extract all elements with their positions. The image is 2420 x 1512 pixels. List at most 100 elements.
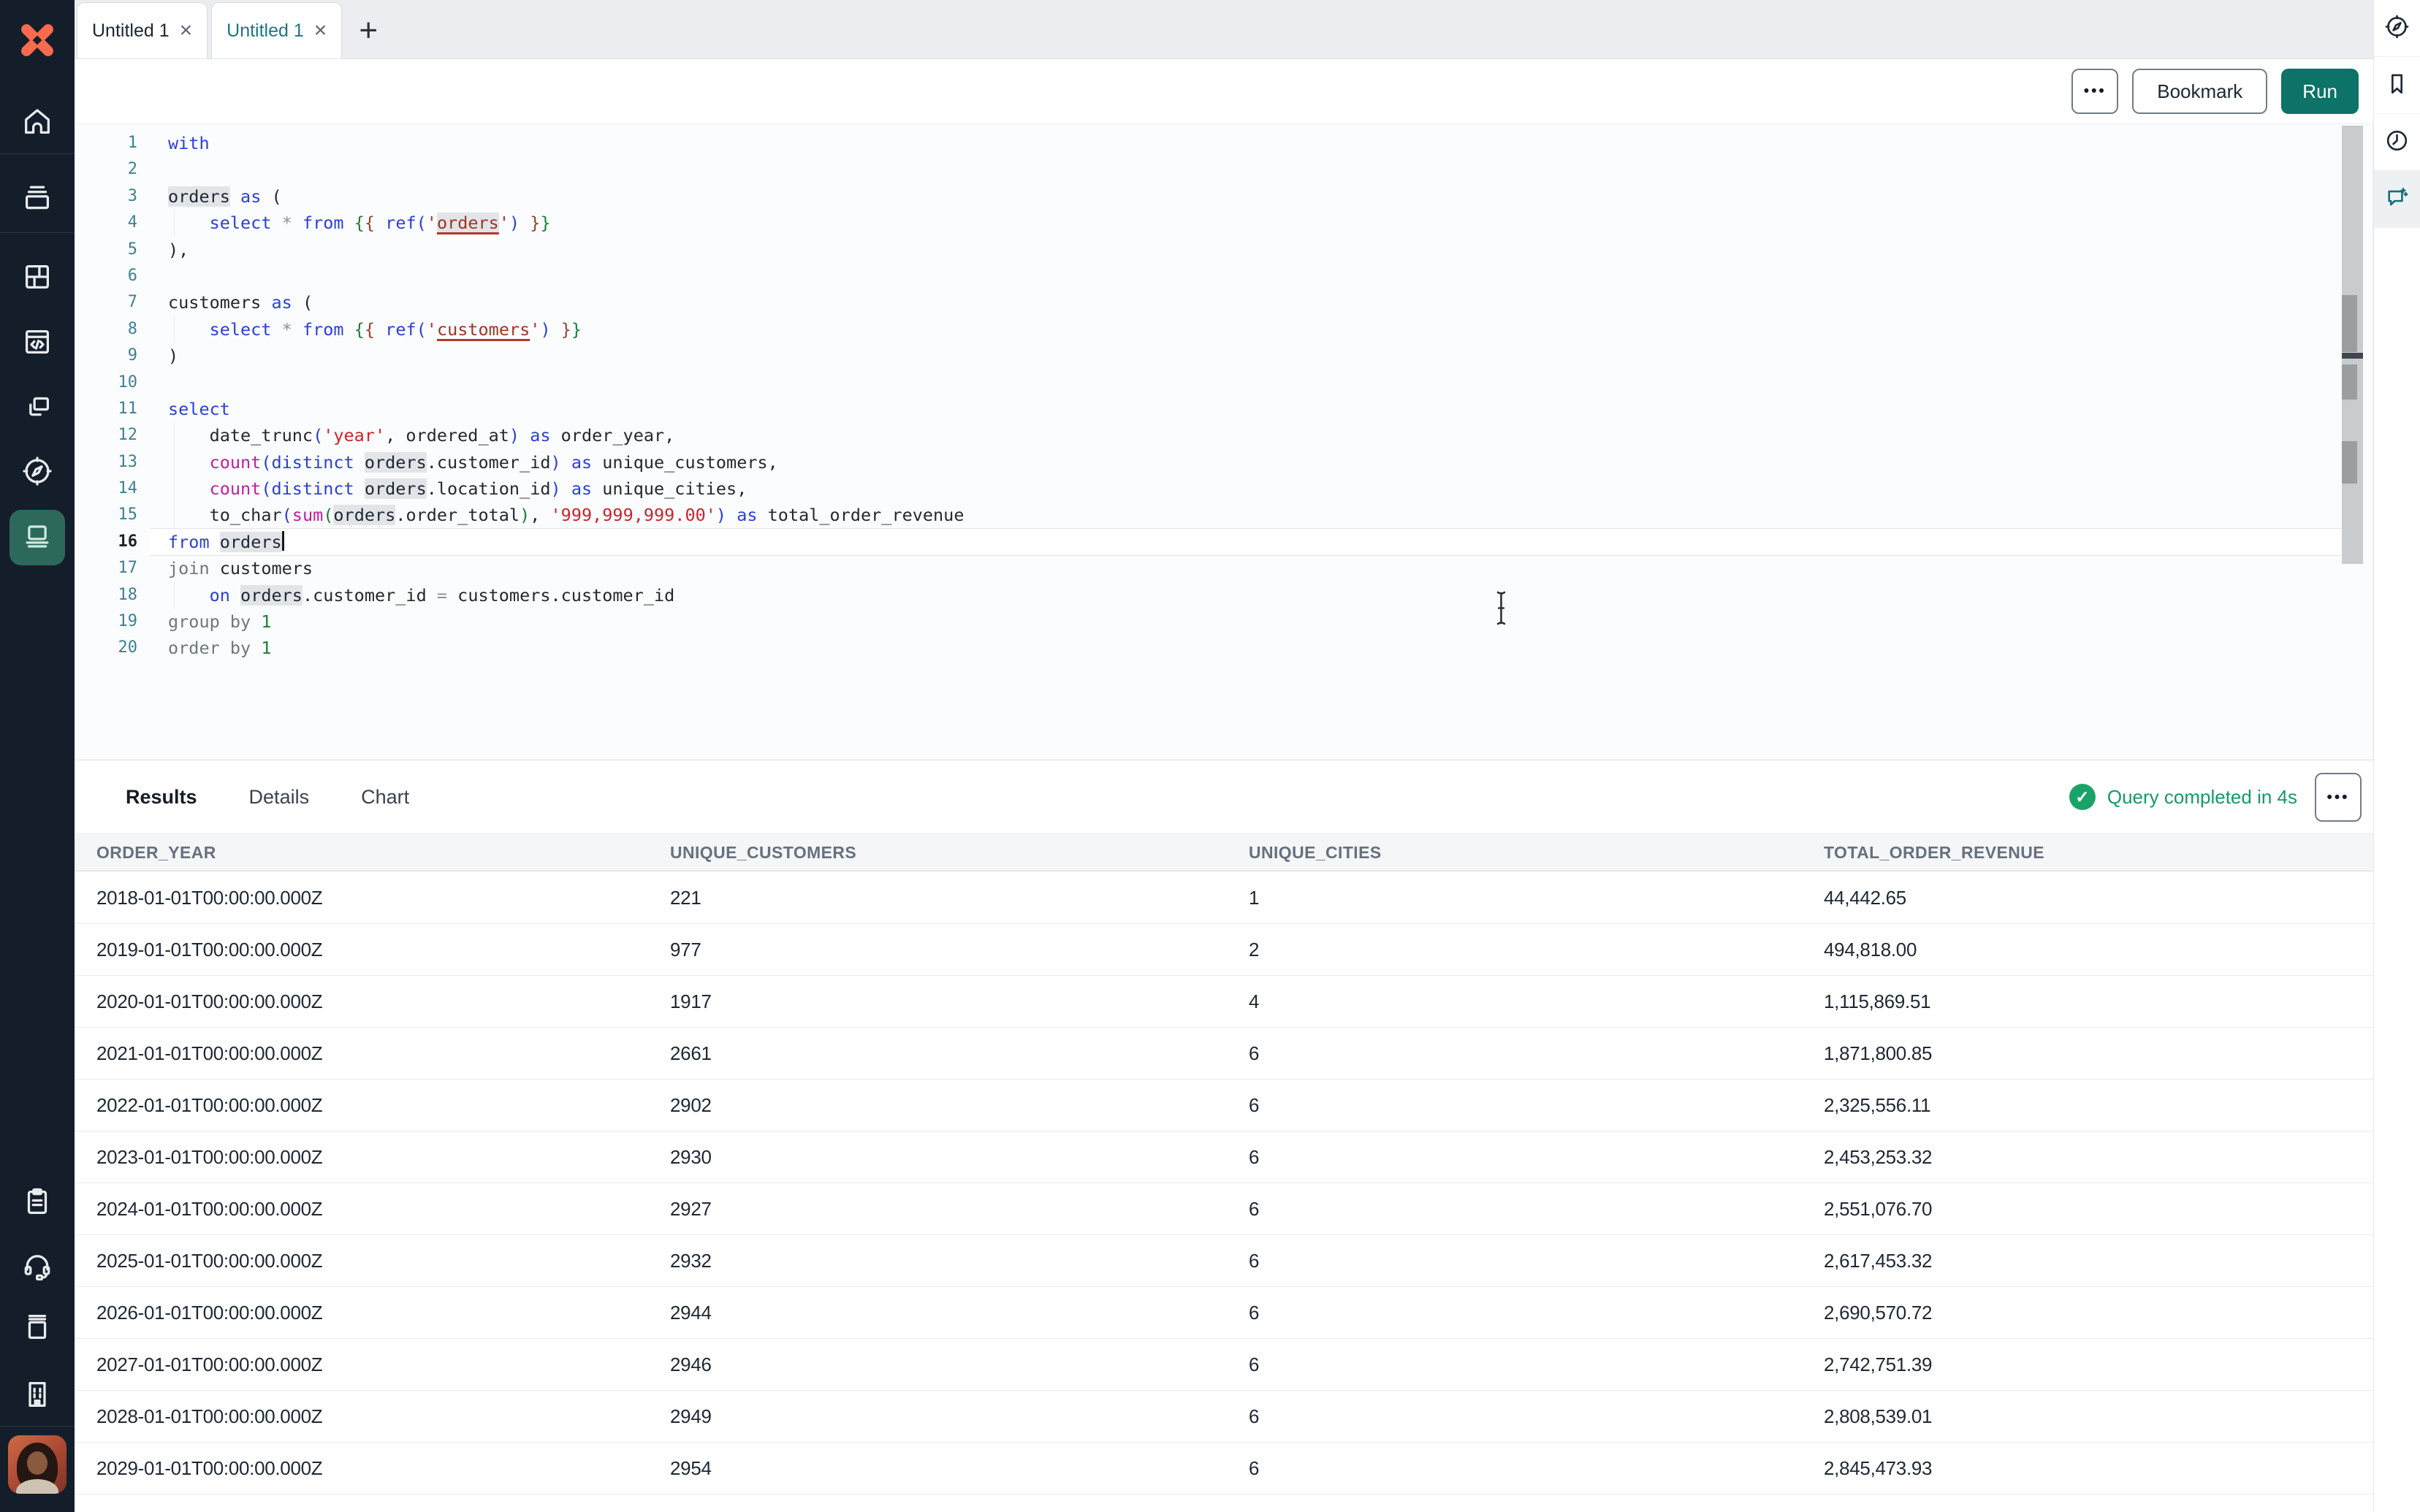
results-more-button[interactable]: •••	[2315, 773, 2362, 822]
code-line[interactable]: 2	[75, 156, 2373, 183]
user-avatar[interactable]	[9, 1437, 65, 1492]
new-tab-button[interactable]: +	[359, 15, 378, 47]
code-line[interactable]: 13 count(distinct orders.customer_id) as…	[75, 449, 2373, 476]
code-line[interactable]: 1with	[75, 130, 2373, 156]
table-row[interactable]: 2028-01-01T00:00:00.000Z294962,808,539.0…	[75, 1391, 2373, 1443]
sidebar-item-headset[interactable]	[9, 1240, 65, 1295]
table-cell: 6	[1249, 1042, 1824, 1065]
sidebar-item-laptop-terminal[interactable]	[9, 510, 65, 565]
table-row[interactable]: 2019-01-01T00:00:00.000Z9772494,818.00	[75, 924, 2373, 976]
table-row[interactable]: 2018-01-01T00:00:00.000Z221144,442.65	[75, 872, 2373, 924]
editor-tab-2[interactable]: Untitled 1 ×	[211, 2, 342, 58]
table-cell: 2944	[670, 1302, 1249, 1324]
sidebar-item-code-window[interactable]	[9, 316, 65, 371]
app-window: { "colors": { "accent_teal": "#0d7268", …	[0, 0, 2420, 1512]
sidebar-item-archive-box[interactable]	[9, 171, 65, 226]
code-text: from orders	[75, 529, 2373, 555]
table-row[interactable]: 2022-01-01T00:00:00.000Z290262,325,556.1…	[75, 1080, 2373, 1131]
dashboard-grid-icon	[20, 260, 54, 297]
code-line[interactable]: 6	[75, 263, 2373, 289]
table-cell: 977	[670, 939, 1249, 961]
sql-editor[interactable]: 1with23orders as (4 select * from {{ ref…	[75, 124, 2373, 760]
table-cell: 2927	[670, 1198, 1249, 1221]
column-header[interactable]: UNIQUE_CITIES	[1249, 843, 1824, 863]
table-cell: 2026-01-01T00:00:00.000Z	[96, 1302, 670, 1324]
code-line[interactable]: 4 select * from {{ ref('orders') }}	[75, 210, 2373, 236]
scrollbar-thumb[interactable]	[2342, 364, 2357, 400]
table-row[interactable]: 2020-01-01T00:00:00.000Z191741,115,869.5…	[75, 976, 2373, 1028]
code-line[interactable]: 7customers as (	[75, 289, 2373, 316]
results-tab-results[interactable]: Results	[126, 786, 197, 809]
code-line[interactable]: 19group by 1	[75, 608, 2373, 635]
sidebar-divider	[0, 232, 75, 233]
code-area[interactable]: 1with23orders as (4 select * from {{ ref…	[75, 130, 2373, 662]
close-icon[interactable]: ×	[314, 20, 327, 42]
table-row[interactable]: 2026-01-01T00:00:00.000Z294462,690,570.7…	[75, 1287, 2373, 1339]
code-line[interactable]: 15 to_char(sum(orders.order_total), '999…	[75, 502, 2373, 528]
rail-item-ai-assistant[interactable]	[2374, 171, 2420, 228]
rail-item-history-clock[interactable]	[2374, 114, 2420, 171]
compass-icon	[2383, 13, 2411, 44]
editor-tab-1[interactable]: Untitled 1 ×	[77, 2, 208, 58]
table-row[interactable]: 2023-01-01T00:00:00.000Z293062,453,253.3…	[75, 1131, 2373, 1183]
code-line[interactable]: 3orders as (	[75, 183, 2373, 210]
column-header[interactable]: UNIQUE_CUSTOMERS	[670, 843, 1249, 863]
table-cell: 2	[1249, 939, 1824, 961]
code-line[interactable]: 12 date_trunc('year', ordered_at) as ord…	[75, 422, 2373, 448]
code-line[interactable]: 5),	[75, 237, 2373, 263]
query-status-text: Query completed in 4s	[2107, 786, 2297, 809]
code-line[interactable]: 17join customers	[75, 555, 2373, 581]
archive-box-icon	[20, 180, 54, 218]
code-line[interactable]: 10	[75, 370, 2373, 396]
text-caret	[282, 531, 284, 551]
code-text: )	[75, 343, 2373, 369]
table-cell: 1,115,869.51	[1824, 990, 2373, 1013]
table-cell: 4	[1249, 990, 1824, 1013]
tab-title: Untitled 1	[92, 20, 170, 42]
table-row[interactable]: 2027-01-01T00:00:00.000Z294662,742,751.3…	[75, 1339, 2373, 1391]
code-line[interactable]: 18 on orders.customer_id = customers.cus…	[75, 582, 2373, 608]
table-cell: 2930	[670, 1146, 1249, 1169]
table-row[interactable]: 2029-01-01T00:00:00.000Z295462,845,473.9…	[75, 1443, 2373, 1494]
table-row[interactable]: 2030-01-01T00:00:00.000Z287961,841,049.3…	[75, 1494, 2373, 1512]
sidebar-item-clipboard[interactable]	[9, 1175, 65, 1231]
more-options-button[interactable]: •••	[2071, 69, 2118, 114]
sidebar-item-book[interactable]	[9, 1300, 65, 1356]
sidebar-item-duplicate-windows[interactable]	[9, 381, 65, 437]
table-row[interactable]: 2021-01-01T00:00:00.000Z266161,871,800.8…	[75, 1028, 2373, 1080]
home-icon	[20, 104, 54, 142]
table-cell: 6	[1249, 1146, 1824, 1169]
code-line[interactable]: 9)	[75, 343, 2373, 369]
close-icon[interactable]: ×	[180, 20, 193, 42]
table-cell: 2018-01-01T00:00:00.000Z	[96, 887, 670, 909]
right-sidebar	[2373, 0, 2420, 1512]
table-cell: 2,453,253.32	[1824, 1146, 2373, 1169]
code-line[interactable]: 8 select * from {{ ref('customers') }}	[75, 316, 2373, 343]
table-cell: 2954	[670, 1457, 1249, 1480]
sidebar-item-building[interactable]	[9, 1368, 65, 1424]
code-line[interactable]: 11select	[75, 396, 2373, 422]
code-text: count(distinct orders.location_id) as un…	[75, 476, 2373, 502]
table-cell: 2030-01-01T00:00:00.000Z	[96, 1509, 670, 1512]
results-tab-bar: ResultsDetailsChart ✓ Query completed in…	[75, 760, 2373, 833]
code-line[interactable]: 14 count(distinct orders.location_id) as…	[75, 476, 2373, 502]
sidebar-item-compass[interactable]	[9, 445, 65, 500]
sidebar-item-dashboard-grid[interactable]	[9, 251, 65, 306]
bookmark-button[interactable]: Bookmark	[2132, 69, 2267, 114]
table-row[interactable]: 2024-01-01T00:00:00.000Z292762,551,076.7…	[75, 1183, 2373, 1235]
code-line[interactable]: 16from orders	[75, 529, 2373, 555]
rail-item-bookmark[interactable]	[2374, 57, 2420, 114]
rail-item-compass[interactable]	[2374, 0, 2420, 57]
results-tab-chart[interactable]: Chart	[361, 786, 409, 809]
column-header[interactable]: TOTAL_ORDER_REVENUE	[1824, 843, 2373, 863]
run-button[interactable]: Run	[2281, 69, 2359, 114]
code-line[interactable]: 20order by 1	[75, 635, 2373, 661]
column-header[interactable]: ORDER_YEAR	[96, 843, 670, 863]
results-tab-details[interactable]: Details	[249, 786, 310, 809]
history-clock-icon	[2383, 127, 2411, 158]
table-cell: 1,841,049.32	[1824, 1509, 2373, 1512]
sidebar-item-home[interactable]	[9, 95, 65, 150]
code-text: join customers	[75, 555, 2373, 581]
table-row[interactable]: 2025-01-01T00:00:00.000Z293262,617,453.3…	[75, 1235, 2373, 1287]
line-number: 2	[75, 156, 137, 183]
